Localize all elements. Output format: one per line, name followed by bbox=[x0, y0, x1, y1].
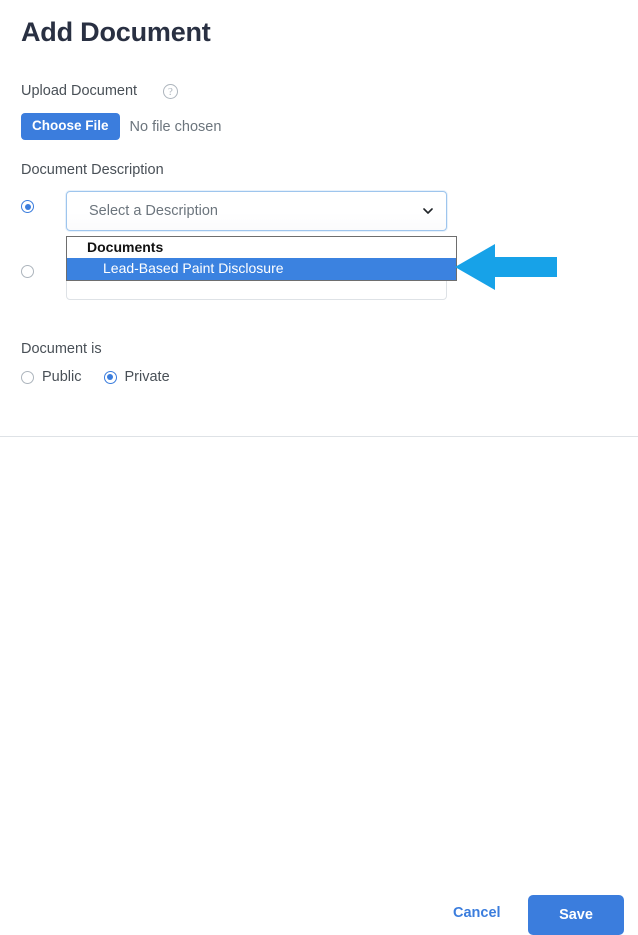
document-visibility-options: Public Private bbox=[21, 369, 192, 385]
upload-document-label: Upload Document bbox=[21, 83, 137, 99]
document-visibility-label: Document is bbox=[21, 341, 102, 357]
left-arrow-annotation bbox=[455, 240, 557, 294]
dialog-footer: Cancel Save bbox=[0, 436, 638, 507]
help-circle-icon[interactable]: ? bbox=[163, 84, 178, 99]
radio-description-select[interactable] bbox=[21, 200, 34, 213]
description-dropdown-list: Documents Lead-Based Paint Disclosure bbox=[66, 236, 457, 281]
radio-private-label: Private bbox=[125, 369, 170, 385]
choose-file-button[interactable]: Choose File bbox=[21, 113, 120, 140]
save-button[interactable]: Save bbox=[528, 895, 624, 935]
file-upload-row: Choose File No file chosen bbox=[21, 113, 221, 140]
chevron-down-icon bbox=[423, 206, 433, 216]
cancel-button[interactable]: Cancel bbox=[447, 904, 507, 922]
dialog-body: Add Document Upload Document ? Choose Fi… bbox=[0, 0, 638, 436]
radio-description-text[interactable] bbox=[21, 265, 34, 278]
radio-public[interactable] bbox=[21, 371, 34, 384]
page-title: Add Document bbox=[21, 17, 211, 48]
dropdown-option-lead-based-paint-disclosure[interactable]: Lead-Based Paint Disclosure bbox=[67, 258, 456, 280]
description-select-value: Select a Description bbox=[89, 203, 218, 219]
add-document-dialog: Add Document Upload Document ? Choose Fi… bbox=[0, 0, 638, 506]
document-description-label: Document Description bbox=[21, 162, 164, 178]
radio-private[interactable] bbox=[104, 371, 117, 384]
radio-public-label: Public bbox=[42, 369, 82, 385]
file-status-text: No file chosen bbox=[130, 119, 222, 135]
description-select[interactable]: Select a Description bbox=[66, 191, 447, 231]
dropdown-optgroup-label: Documents bbox=[67, 237, 456, 258]
